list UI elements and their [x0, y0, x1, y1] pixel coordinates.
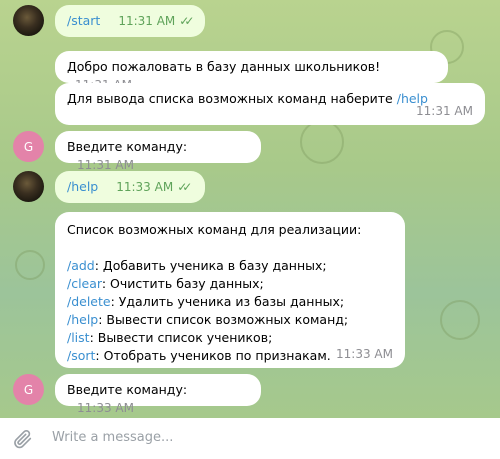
command-line: /help: Вывести список возможных команд;: [67, 311, 393, 329]
user-avatar[interactable]: [13, 171, 44, 202]
avatar-letter: G: [23, 382, 34, 397]
message-bubble[interactable]: Введите команду: 11:31 AM: [55, 131, 261, 172]
message-time: 11:31 AM: [118, 14, 176, 28]
command-description: : Очистить базу данных;: [101, 276, 264, 291]
message-text[interactable]: /start: [67, 13, 100, 28]
message-time: 11:31 AM: [77, 158, 134, 172]
command-line: /clear: Очистить базу данных;: [67, 275, 393, 293]
bot-avatar[interactable]: G: [13, 131, 44, 162]
message-time: 11:33 AM: [77, 401, 134, 415]
command-link[interactable]: /sort: [67, 348, 95, 363]
avatar-letter: G: [23, 139, 34, 154]
command-link[interactable]: /help: [67, 312, 98, 327]
message-time: 11:33 AM: [116, 180, 174, 194]
message-bubble[interactable]: /start 11:31 AM ✓✓: [55, 5, 205, 37]
command-link[interactable]: /delete: [67, 294, 111, 309]
chat-area[interactable]: /start 11:31 AM ✓✓ Добро пожаловать в баз…: [0, 0, 500, 418]
message-time: 11:33 AM: [336, 347, 393, 361]
background-doodle: [440, 300, 480, 340]
command-line: /delete: Удалить ученика из базы данных;: [67, 293, 393, 311]
paperclip-icon[interactable]: [12, 428, 34, 450]
user-avatar[interactable]: [13, 5, 44, 36]
message-text: Введите команду:: [67, 382, 188, 397]
command-link[interactable]: /add: [67, 258, 95, 273]
background-doodle: [300, 120, 344, 164]
bot-avatar[interactable]: G: [13, 374, 44, 405]
message-bubble[interactable]: Введите команду: 11:33 AM: [55, 374, 261, 415]
message-input[interactable]: Write a message...: [52, 430, 173, 445]
double-check-icon: ✓✓: [179, 14, 194, 28]
message-bubble[interactable]: /help 11:33 AM ✓✓: [55, 171, 205, 203]
command-description: : Удалить ученика из базы данных;: [110, 294, 345, 309]
message-header: Список возможных команд для реализации:: [67, 222, 362, 237]
message-text: Добро пожаловать в базу данных школьнико…: [67, 59, 381, 74]
command-description: : Вывести список учеников;: [89, 330, 273, 345]
command-link[interactable]: /list: [67, 330, 90, 345]
message-text: Введите команду:: [67, 139, 188, 154]
message-text: Для вывода списка возможных команд набер…: [67, 91, 397, 106]
message-bubble[interactable]: Для вывода списка возможных команд набер…: [55, 83, 485, 125]
double-check-icon: ✓✓: [177, 180, 192, 194]
command-description: : Добавить ученика в базу данных;: [94, 258, 327, 273]
message-text[interactable]: /help: [67, 179, 98, 194]
message-bubble[interactable]: Добро пожаловать в базу данных школьнико…: [55, 51, 448, 92]
message-bubble[interactable]: Список возможных команд для реализации: …: [55, 212, 405, 368]
command-description: : Отобрать учеников по признакам.: [95, 348, 331, 363]
background-doodle: [15, 250, 45, 280]
message-input-bar: Write a message...: [0, 418, 500, 459]
command-line: /add: Добавить ученика в базу данных;: [67, 257, 393, 275]
command-link[interactable]: /clear: [67, 276, 102, 291]
command-description: : Вывести список возможных команд;: [98, 312, 349, 327]
message-time: 11:31 AM: [416, 104, 473, 118]
